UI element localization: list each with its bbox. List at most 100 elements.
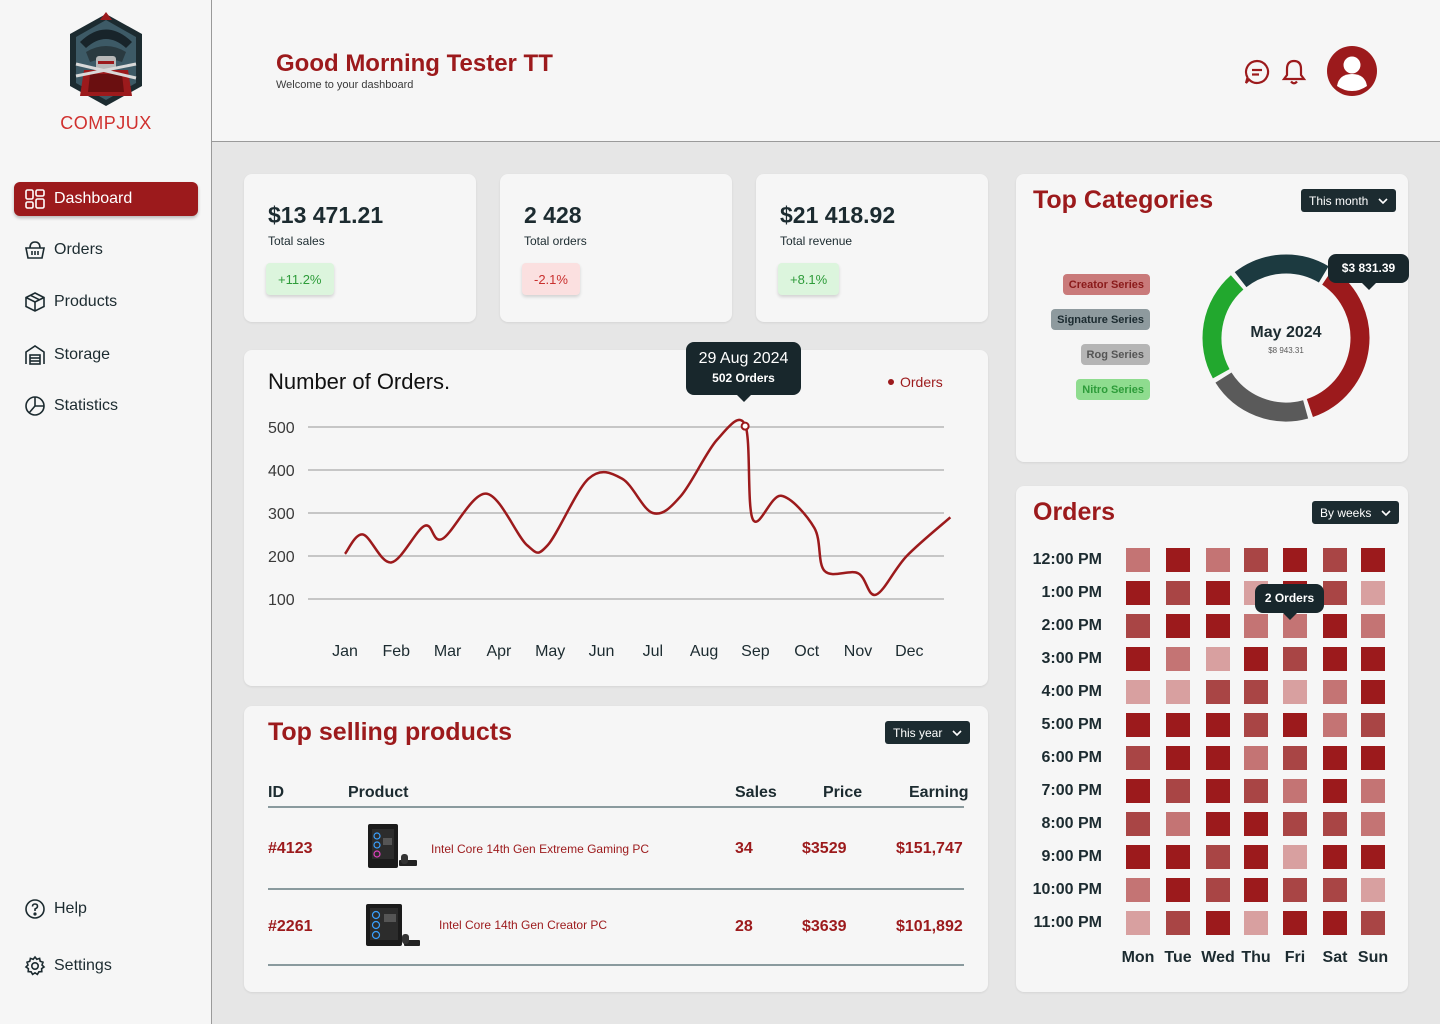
heatmap-cell[interactable] (1166, 812, 1190, 836)
heatmap-cell[interactable] (1323, 746, 1347, 770)
heatmap-cell[interactable] (1323, 779, 1347, 803)
heatmap-cell[interactable] (1166, 746, 1190, 770)
nav-dashboard[interactable]: Dashboard (14, 182, 198, 216)
heatmap-cell[interactable] (1206, 581, 1230, 605)
heatmap-cell[interactable] (1206, 911, 1230, 935)
heatmap-cell[interactable] (1283, 878, 1307, 902)
heatmap-cell[interactable] (1323, 680, 1347, 704)
heatmap-cell[interactable] (1166, 614, 1190, 638)
heatmap-cell[interactable] (1244, 845, 1268, 869)
nav-statistics[interactable]: Statistics (14, 389, 198, 423)
heatmap-cell[interactable] (1206, 779, 1230, 803)
heatmap-cell[interactable] (1244, 713, 1268, 737)
heatmap-cell[interactable] (1244, 548, 1268, 572)
heatmap-cell[interactable] (1126, 581, 1150, 605)
heatmap-cell[interactable] (1166, 581, 1190, 605)
heatmap-cell[interactable] (1361, 647, 1385, 671)
heatmap-cell[interactable] (1361, 680, 1385, 704)
heatmap-cell[interactable] (1244, 911, 1268, 935)
heatmap-cell[interactable] (1283, 845, 1307, 869)
donut-segment[interactable] (1215, 372, 1309, 422)
heatmap-cell[interactable] (1361, 812, 1385, 836)
heatmap-cell[interactable] (1126, 614, 1150, 638)
heatmap-cell[interactable] (1206, 746, 1230, 770)
heatmap-cell[interactable] (1244, 614, 1268, 638)
heatmap-cell[interactable] (1126, 911, 1150, 935)
donut-segment[interactable] (1234, 254, 1329, 288)
donut-segment[interactable] (1306, 268, 1370, 418)
heatmap-cell[interactable] (1206, 680, 1230, 704)
heatmap-cell[interactable] (1206, 713, 1230, 737)
heatmap-cell[interactable] (1323, 647, 1347, 671)
heatmap-cell[interactable] (1206, 614, 1230, 638)
heatmap-cell[interactable] (1206, 548, 1230, 572)
heatmap-cell[interactable] (1166, 878, 1190, 902)
heatmap-cell[interactable] (1126, 812, 1150, 836)
products-period-select[interactable]: This year (885, 721, 971, 744)
heatmap-cell[interactable] (1323, 713, 1347, 737)
heatmap-cell[interactable] (1126, 845, 1150, 869)
heatmap-cell[interactable] (1323, 845, 1347, 869)
heatmap-cell[interactable] (1166, 647, 1190, 671)
heatmap-cell[interactable] (1126, 647, 1150, 671)
heatmap-cell[interactable] (1126, 878, 1150, 902)
heatmap-cell[interactable] (1323, 878, 1347, 902)
heatmap-cell[interactable] (1361, 713, 1385, 737)
heatmap-cell[interactable] (1126, 746, 1150, 770)
heatmap-cell[interactable] (1283, 911, 1307, 935)
heatmap-cell[interactable] (1283, 680, 1307, 704)
heatmap-cell[interactable] (1166, 911, 1190, 935)
chat-icon[interactable] (1243, 58, 1271, 86)
heatmap-cell[interactable] (1126, 680, 1150, 704)
bell-icon[interactable] (1280, 58, 1308, 86)
heatmap-cell[interactable] (1126, 548, 1150, 572)
heatmap-cell[interactable] (1283, 548, 1307, 572)
table-row[interactable]: #4123 Intel Core 14th Gen Extreme Gaming… (268, 810, 964, 890)
heatmap-cell[interactable] (1206, 812, 1230, 836)
nav-help[interactable]: Help (14, 892, 198, 926)
heatmap-cell[interactable] (1166, 680, 1190, 704)
heatmap-cell[interactable] (1361, 614, 1385, 638)
heatmap-cell[interactable] (1323, 614, 1347, 638)
heatmap-cell[interactable] (1323, 911, 1347, 935)
nav-products[interactable]: Products (14, 285, 198, 319)
heatmap-cell[interactable] (1244, 812, 1268, 836)
heatmap-cell[interactable] (1206, 845, 1230, 869)
heatmap-cell[interactable] (1283, 647, 1307, 671)
heatmap-cell[interactable] (1126, 779, 1150, 803)
heatmap-cell[interactable] (1166, 845, 1190, 869)
heatmap-cell[interactable] (1283, 812, 1307, 836)
heatmap-cell[interactable] (1166, 713, 1190, 737)
heatmap-cell[interactable] (1361, 911, 1385, 935)
heatmap-cell[interactable] (1126, 713, 1150, 737)
categories-period-select[interactable]: This month (1301, 189, 1397, 212)
heatmap-cell[interactable] (1206, 878, 1230, 902)
heatmap-cell[interactable] (1361, 548, 1385, 572)
heatmap-cell[interactable] (1323, 548, 1347, 572)
heatmap-cell[interactable] (1361, 779, 1385, 803)
nav-orders[interactable]: Orders (14, 233, 198, 267)
heatmap-cell[interactable] (1244, 647, 1268, 671)
user-avatar[interactable] (1327, 46, 1377, 96)
nav-storage[interactable]: Storage (14, 338, 198, 372)
heatmap-cell[interactable] (1244, 878, 1268, 902)
heatmap-cell[interactable] (1361, 845, 1385, 869)
heatmap-cell[interactable] (1283, 713, 1307, 737)
heatmap-cell[interactable] (1361, 581, 1385, 605)
table-row[interactable]: #2261 Intel Core 14th Gen Creator PC 28 … (268, 892, 964, 966)
heatmap-cell[interactable] (1283, 779, 1307, 803)
heatmap-cell[interactable] (1323, 812, 1347, 836)
heatmap-cell[interactable] (1323, 581, 1347, 605)
heatmap-cell[interactable] (1283, 746, 1307, 770)
heatmap-cell[interactable] (1244, 746, 1268, 770)
heatmap-cell[interactable] (1166, 548, 1190, 572)
heatmap-cell[interactable] (1244, 779, 1268, 803)
heatmap-cell[interactable] (1166, 779, 1190, 803)
heatmap-cell[interactable] (1206, 647, 1230, 671)
highlight-point[interactable] (740, 421, 750, 431)
heatmap-cell[interactable] (1244, 680, 1268, 704)
heatmap-period-select[interactable]: By weeks (1312, 501, 1400, 524)
nav-settings[interactable]: Settings (14, 949, 198, 983)
heatmap-cell[interactable] (1361, 878, 1385, 902)
heatmap-cell[interactable] (1361, 746, 1385, 770)
